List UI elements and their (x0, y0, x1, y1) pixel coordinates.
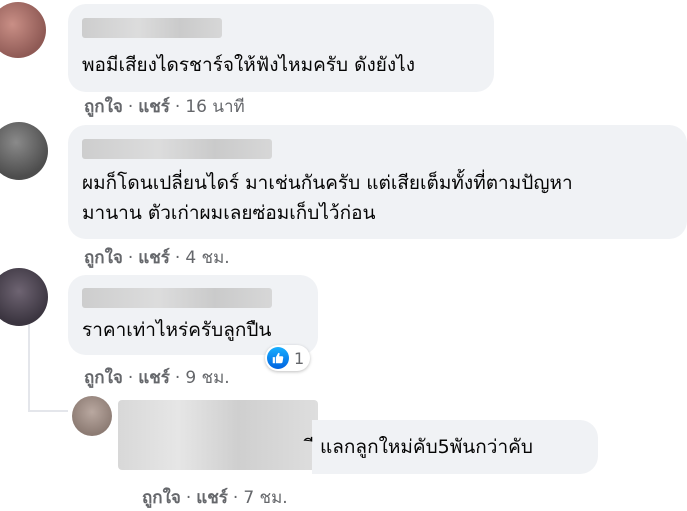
comment-text: ราคาเท่าไหร่ครับลูกปืน (82, 319, 272, 341)
like-link[interactable]: ถูกใจ (84, 248, 123, 268)
comment-actions: ถูกใจ · แชร์ · 7 ชม. (142, 484, 288, 511)
like-link[interactable]: ถูกใจ (142, 488, 181, 508)
timestamp[interactable]: 7 ชม. (243, 488, 287, 508)
comment-actions: ถูกใจ · แชร์ · 9 ชม. (84, 364, 230, 391)
timestamp[interactable]: 4 ชม. (185, 248, 229, 268)
commenter-name[interactable] (82, 18, 222, 38)
like-link[interactable]: ถูกใจ (84, 97, 123, 117)
avatar[interactable] (0, 268, 48, 326)
like-thumbs-up-icon (267, 347, 289, 369)
share-link[interactable]: แชร์ (138, 368, 170, 388)
separator: · (232, 488, 239, 508)
commenter-name[interactable] (82, 288, 272, 308)
comment-text-line: ผมก็โดนเปลี่ยนไดร์ มาเช่นกันครับ แต่เสีย… (82, 172, 573, 194)
thread-line-branch (28, 410, 68, 412)
share-link[interactable]: แชร์ (138, 97, 170, 117)
separator: · (174, 248, 181, 268)
separator: · (127, 97, 134, 117)
commenter-name[interactable] (82, 139, 272, 159)
comment-text: ี แลกลูกใหม่คับ5พันกว่าคับ (314, 436, 533, 458)
separator: · (174, 97, 181, 117)
comment-text: พอมีเสียงไดรชาร์จให้ฟังไหมครับ ดังยังไง (82, 54, 415, 76)
separator: · (174, 368, 181, 388)
comment-bubble: ผมก็โดนเปลี่ยนไดร์ มาเช่นกันครับ แต่เสีย… (68, 125, 687, 239)
separator: · (127, 368, 134, 388)
avatar[interactable] (0, 122, 48, 180)
like-link[interactable]: ถูกใจ (84, 368, 123, 388)
share-link[interactable]: แชร์ (138, 248, 170, 268)
avatar[interactable] (72, 396, 112, 436)
avatar[interactable] (0, 2, 46, 58)
separator: · (185, 488, 192, 508)
reaction-summary[interactable]: 1 (265, 345, 311, 371)
comment-text-line: มานาน ตัวเก่าผมเลยซ่อมเก็บไว้ก่อน (82, 202, 376, 224)
timestamp[interactable]: 9 ชม. (185, 368, 229, 388)
comment-bubble: ราคาเท่าไหร่ครับลูกปืน (68, 275, 318, 355)
comment-actions: ถูกใจ · แชร์ · 4 ชม. (84, 244, 230, 271)
timestamp[interactable]: 16 นาที (185, 97, 244, 117)
comment-bubble: พอมีเสียงไดรชาร์จให้ฟังไหมครับ ดังยังไง (68, 4, 494, 92)
share-link[interactable]: แชร์ (196, 488, 228, 508)
comment-bubble-visible: ี แลกลูกใหม่คับ5พันกว่าคับ (312, 420, 598, 474)
separator: · (127, 248, 134, 268)
reaction-count: 1 (294, 348, 305, 368)
comment-actions: ถูกใจ · แชร์ · 16 นาที (84, 93, 245, 120)
